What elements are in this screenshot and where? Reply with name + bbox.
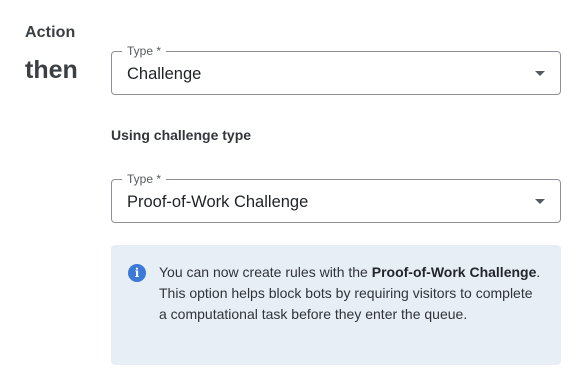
info-message: You can now create rules with the Proof-… [159,262,544,325]
challenge-type-legend: Type * [122,172,167,186]
action-type-value: Challenge [127,65,202,83]
info-text-bold: Proof-of-Work Challenge [371,264,537,280]
info-alert: i You can now create rules with the Proo… [111,245,561,365]
info-text-before: You can now create rules with the [159,264,372,280]
challenge-type-select[interactable]: Type * Proof-of-Work Challenge [111,172,561,223]
action-section-label: Action [25,24,76,41]
challenge-type-value: Proof-of-Work Challenge [127,193,309,211]
action-type-select[interactable]: Type * Challenge [111,44,561,95]
rule-action-panel: Action then Type * Challenge Using chall… [0,0,587,384]
challenge-type-heading: Using challenge type [111,127,252,143]
info-icon: i [128,264,146,282]
action-type-legend: Type * [122,44,167,58]
chevron-down-icon[interactable] [535,71,545,76]
chevron-down-icon[interactable] [535,199,545,204]
then-label: then [25,56,78,84]
